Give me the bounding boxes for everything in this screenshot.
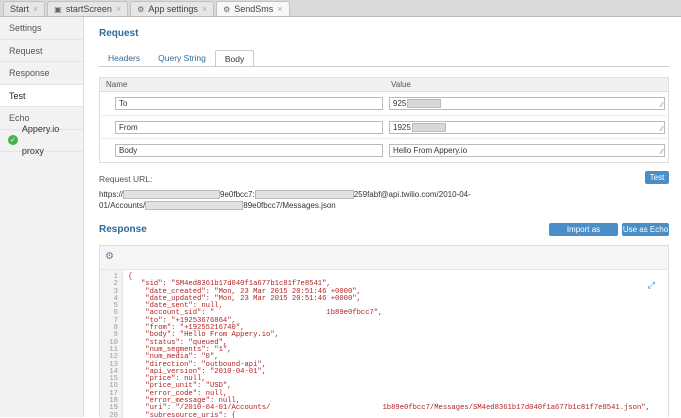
sidebar-item-request[interactable]: Request [0,40,83,62]
editor-tab-bar: Start × ▣ startScreen × ⚙ App settings ×… [0,0,681,17]
code-text: "subresource_uris": { [128,411,236,418]
request-url-label: Request URL: [99,174,153,184]
tab-headers[interactable]: Headers [99,50,149,67]
param-value-field[interactable]: 1925 ⁄⁄ [389,120,665,134]
param-value-field[interactable]: Hello From Appery.io ⁄⁄ [389,144,665,157]
gear-icon[interactable]: ⚙ [105,251,114,262]
settings-icon: ⚙ [137,4,145,14]
line-number: 20 [109,411,118,418]
tab-query-string[interactable]: Query String [149,50,215,67]
table-row: From 1925 ⁄⁄ [100,116,668,139]
sidebar-item-proxy[interactable]: ✓ Appery.io proxy [0,124,83,156]
resize-handle-icon[interactable]: ⁄⁄ [661,126,663,133]
tab-label: App settings [148,4,198,14]
request-url: https://9e0fbcc7: 259fabf@api.twilio.com/… [99,190,471,211]
sidebar-item-test[interactable]: Test [0,84,83,107]
close-icon[interactable]: × [277,4,282,14]
param-value-field[interactable]: 925 ⁄⁄ [389,97,665,110]
test-button[interactable]: Test [645,171,669,184]
close-icon[interactable]: × [33,4,38,14]
param-name-field[interactable]: To [115,97,383,110]
tab-app-settings[interactable]: ⚙ App settings × [130,1,215,16]
response-title: Response [99,224,147,235]
sidebar-item-settings[interactable]: Settings [0,17,83,40]
code-line: 20 "subresource_uris": { [100,411,666,418]
sidebar-item-response[interactable]: Response [0,62,83,85]
redacted-block [123,190,221,200]
use-as-echo-button[interactable]: Use as Echo [622,223,669,236]
editor-toolbar: ⚙ [100,246,668,270]
sidebar: Settings Request Response Test Echo ✓ Ap… [0,17,84,417]
divider [99,66,669,67]
redacted-block [411,122,446,132]
code-area[interactable]: 1{2 "sid": "SM4ed8361b17d040f1a677b1c81f… [100,270,668,418]
screen-icon: ▣ [54,4,62,14]
tab-body[interactable]: Body [214,50,255,67]
resize-handle-icon[interactable]: ⁄⁄ [661,102,663,109]
resize-handle-icon[interactable]: ⁄⁄ [661,149,663,156]
param-name-field[interactable]: Body [115,144,383,157]
tab-label: Start [10,4,30,14]
tab-label: SendSms [234,4,274,14]
code-lines: 1{2 "sid": "SM4ed8361b17d040f1a677b1c81f… [100,273,666,418]
body-params-grid: Name Value To 925 ⁄⁄ From 1925 ⁄⁄ Body H… [99,77,669,163]
close-icon[interactable]: × [116,4,121,14]
response-editor: ⚙ 1{2 "sid": "SM4ed8361b17d040f1a677b1c8… [99,245,669,418]
redacted-block [254,190,354,200]
proxy-label: Appery.io proxy [21,123,60,157]
import-as-response-button[interactable]: Import as Response [549,223,618,247]
redacted-block [407,99,442,109]
request-subtabs: Headers Query String Body [99,50,255,67]
request-title: Request [99,28,139,39]
grid-header: Name Value [100,78,668,92]
checkmark-icon: ✓ [8,135,18,146]
close-icon[interactable]: × [202,4,207,14]
tab-label: startScreen [65,4,112,14]
param-name-field[interactable]: From [115,120,383,134]
gear-icon: ⚙ [223,4,231,14]
column-header-value: Value [391,80,411,89]
table-row: Body Hello From Appery.io ⁄⁄ [100,139,668,163]
tab-startscreen[interactable]: ▣ startScreen × [47,1,129,16]
column-header-name: Name [106,80,128,89]
expand-icon[interactable]: ⤢ [648,280,655,291]
table-row: To 925 ⁄⁄ [100,92,668,116]
tab-sendsms[interactable]: ⚙ SendSms × [216,1,290,16]
tab-start[interactable]: Start × [3,1,46,16]
main-panel: Request Headers Query String Body Name V… [84,17,681,418]
redacted-block [145,201,244,211]
